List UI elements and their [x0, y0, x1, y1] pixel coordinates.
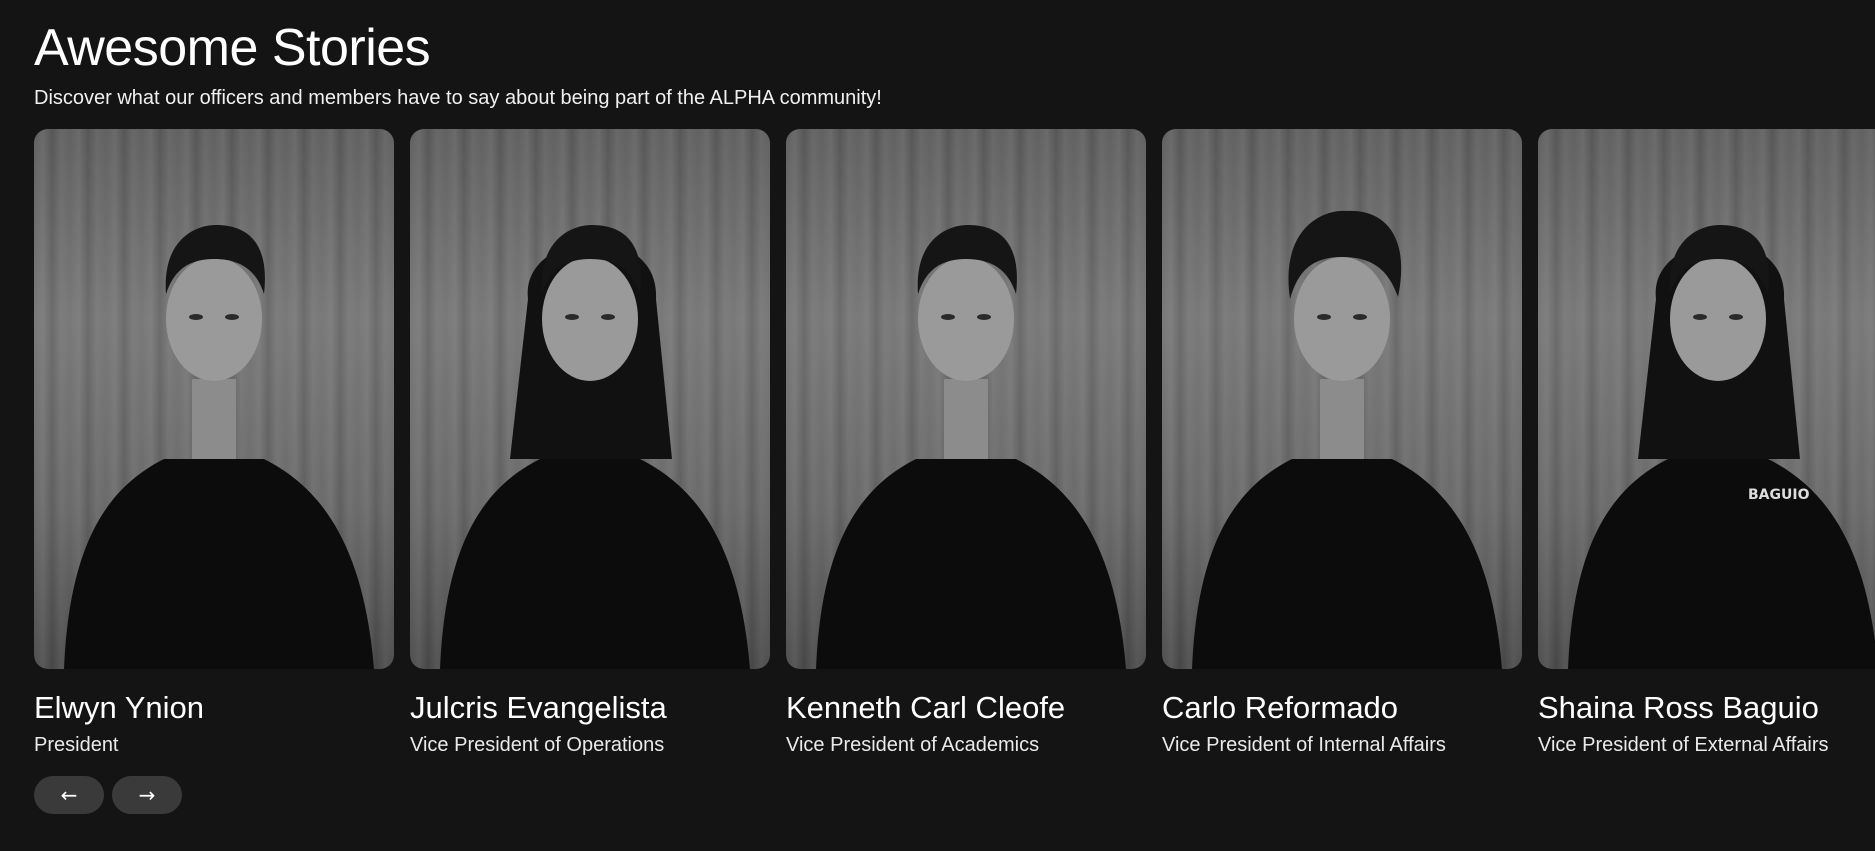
member-name: Julcris Evangelista — [410, 690, 667, 725]
section-title: Awesome Stories — [34, 19, 431, 77]
section-subtitle: Discover what our officers and members h… — [34, 87, 882, 109]
shirt-logo: BAGUIO — [1748, 487, 1810, 503]
stories-carousel[interactable]: Elwyn Ynion President Julcris Evangelist… — [34, 129, 1875, 769]
next-button[interactable]: → — [112, 776, 182, 814]
portrait-silhouette — [34, 129, 394, 669]
story-card[interactable]: BAGUIO Shaina Ross Baguio Vice President… — [1538, 129, 1875, 758]
portrait-silhouette: BAGUIO — [1538, 129, 1875, 669]
portrait-photo — [1162, 129, 1522, 669]
arrow-left-icon: ← — [60, 783, 78, 807]
story-card[interactable]: Carlo Reformado Vice President of Intern… — [1162, 129, 1522, 758]
portrait-photo — [34, 129, 394, 669]
portrait-silhouette — [410, 129, 770, 669]
prev-button[interactable]: ← — [34, 776, 104, 814]
member-role: Vice President of Operations — [410, 734, 665, 756]
story-card[interactable]: Julcris Evangelista Vice President of Op… — [410, 129, 770, 758]
member-role: President — [34, 734, 119, 756]
member-role: Vice President of External Affairs — [1538, 734, 1829, 756]
member-name: Shaina Ross Baguio — [1538, 690, 1819, 725]
member-name: Kenneth Carl Cleofe — [786, 690, 1066, 725]
member-name: Carlo Reformado — [1162, 690, 1399, 725]
arrow-right-icon: → — [138, 783, 156, 807]
portrait-silhouette — [786, 129, 1146, 669]
member-role: Vice President of Academics — [786, 734, 1040, 756]
portrait-photo — [410, 129, 770, 669]
story-card[interactable]: Elwyn Ynion President — [34, 129, 394, 758]
portrait-silhouette — [1162, 129, 1522, 669]
portrait-photo: BAGUIO — [1538, 129, 1875, 669]
member-name: Elwyn Ynion — [34, 690, 205, 725]
member-role: Vice President of Internal Affairs — [1162, 734, 1446, 756]
story-card[interactable]: Kenneth Carl Cleofe Vice President of Ac… — [786, 129, 1146, 758]
portrait-photo — [786, 129, 1146, 669]
